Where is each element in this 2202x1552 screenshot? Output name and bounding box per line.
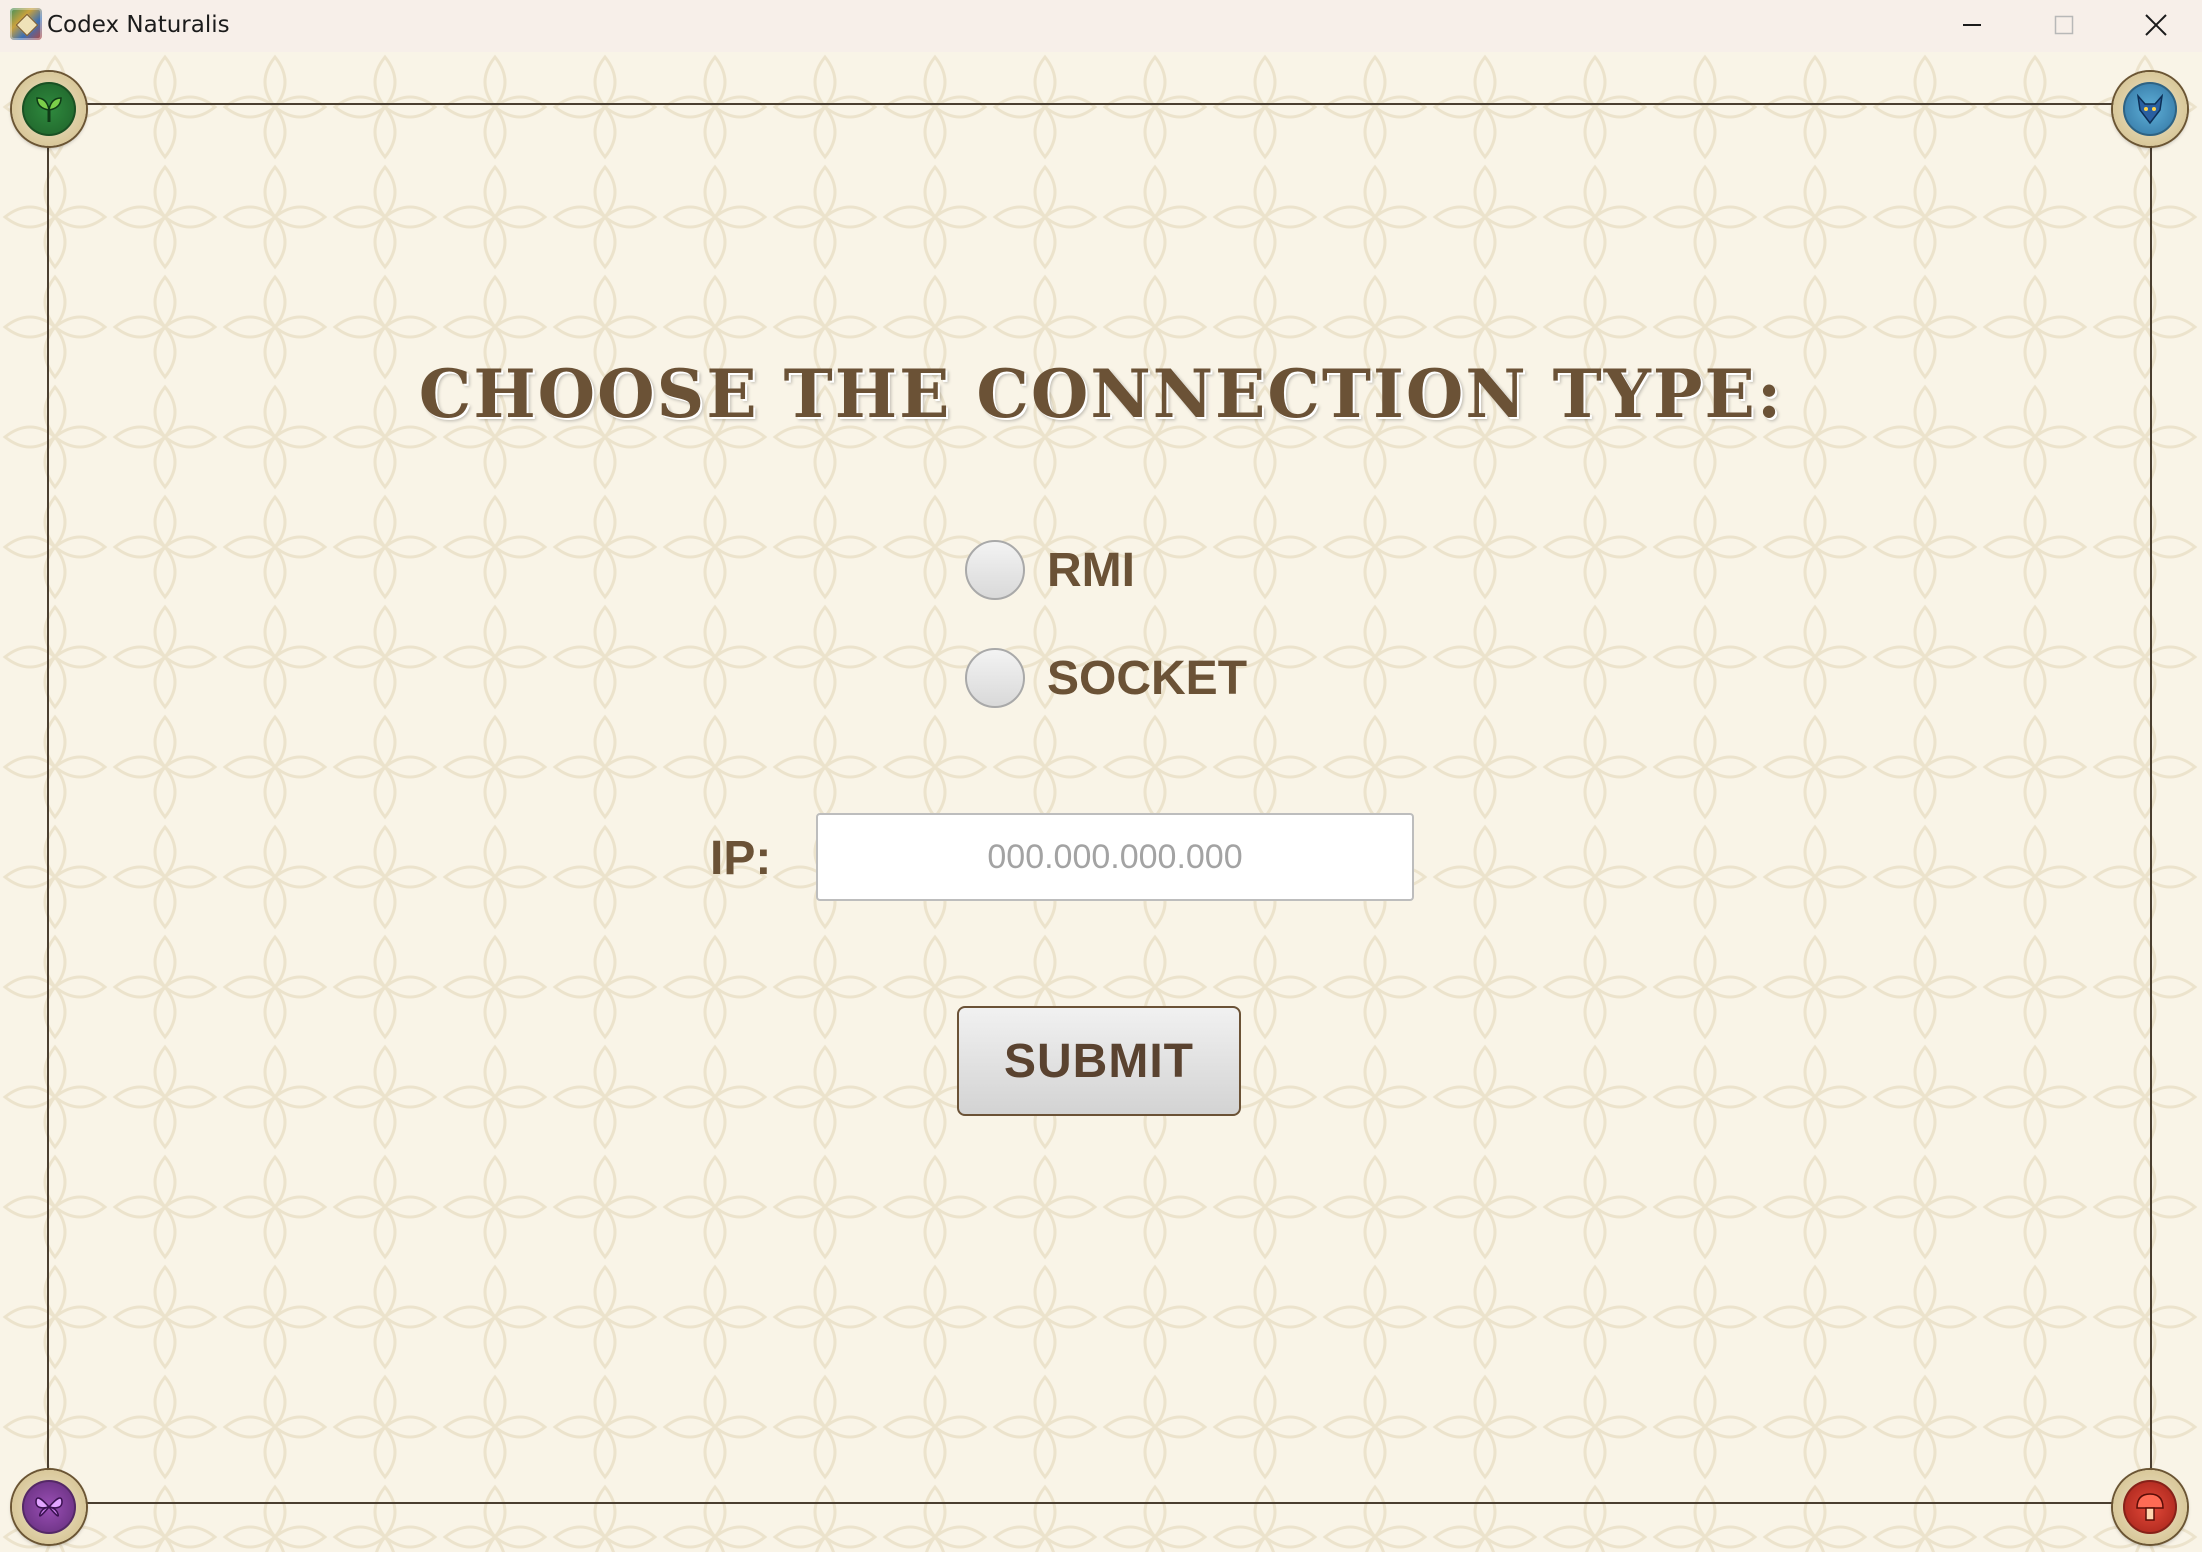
radio-option-socket[interactable]: SOCKET (965, 648, 1247, 708)
maximize-button[interactable] (2018, 0, 2110, 50)
frame-top (48, 103, 2150, 105)
mushroom-fungi-icon (2136, 1493, 2164, 1521)
background-pattern (0, 52, 2202, 1552)
radio-label-rmi: RMI (1047, 543, 1135, 597)
radio-button-socket[interactable] (965, 648, 1025, 708)
wolf-animal-icon (2136, 93, 2164, 125)
page-title: Choose the connection type: (418, 355, 1784, 433)
connection-screen: Choose the connection type: RMI SOCKET I… (0, 52, 2202, 1552)
frame-left (47, 110, 49, 1504)
plant-leaf-icon (36, 97, 62, 122)
minimize-icon (1963, 24, 1981, 26)
frame-right (2150, 110, 2152, 1504)
corner-top-left (12, 72, 86, 146)
radio-label-socket: SOCKET (1047, 651, 1248, 705)
minimize-button[interactable] (1926, 0, 2018, 50)
radio-option-rmi[interactable]: RMI (965, 540, 1135, 600)
close-icon (2145, 14, 2167, 36)
butterfly-insect-icon (35, 1497, 63, 1517)
radio-button-rmi[interactable] (965, 540, 1025, 600)
ip-input[interactable] (816, 813, 1414, 901)
ip-label: IP: (710, 832, 772, 885)
corner-bottom-right (2113, 1470, 2187, 1544)
frame-bottom (48, 1502, 2150, 1504)
maximize-icon (2054, 15, 2074, 35)
submit-button[interactable]: SUBMIT (957, 1006, 1241, 1116)
close-button[interactable] (2110, 0, 2202, 50)
codex-app-icon (10, 8, 42, 40)
corner-bottom-left (12, 1470, 86, 1544)
window-titlebar[interactable]: Codex Naturalis (0, 0, 2202, 52)
corner-top-right (2113, 72, 2187, 146)
window-title: Codex Naturalis (47, 12, 230, 38)
